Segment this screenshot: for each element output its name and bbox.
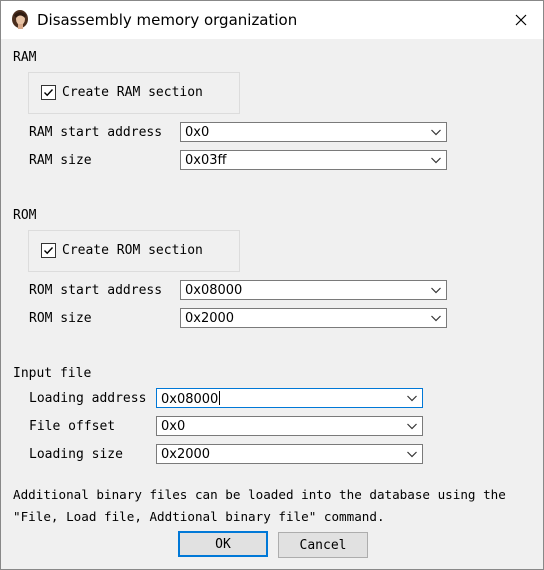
app-avatar-icon xyxy=(10,9,30,29)
info-note-line-2: "File, Load file, Addtional binary file"… xyxy=(13,509,385,524)
loading-size-value: 0x2000 xyxy=(161,447,211,462)
dialog-window: Disassembly memory organization RAM Crea… xyxy=(0,0,544,570)
ram-size-label: RAM size xyxy=(29,153,92,168)
ram-start-label: RAM start address xyxy=(29,125,163,140)
create-rom-label: Create ROM section xyxy=(62,243,203,258)
chevron-down-icon xyxy=(407,395,417,402)
ram-start-combo[interactable]: 0x0 xyxy=(180,122,447,142)
loading-address-value[interactable]: 0x08000 xyxy=(161,391,220,407)
rom-size-label: ROM size xyxy=(29,311,92,326)
ram-section-label: RAM xyxy=(13,50,37,65)
title-bar[interactable]: Disassembly memory organization xyxy=(1,1,543,39)
create-ram-checkbox[interactable]: Create RAM section xyxy=(41,85,203,100)
ram-size-value: 0x03ff xyxy=(185,153,227,168)
checkmark-icon xyxy=(44,247,54,255)
window-title: Disassembly memory organization xyxy=(37,11,298,29)
loading-size-label: Loading size xyxy=(29,447,123,462)
ram-checkbox-box[interactable] xyxy=(41,85,56,100)
input-file-section-label: Input file xyxy=(13,366,92,381)
close-icon xyxy=(515,14,527,26)
chevron-down-icon xyxy=(431,129,441,136)
create-rom-checkbox[interactable]: Create ROM section xyxy=(41,243,203,258)
chevron-down-icon xyxy=(431,157,441,164)
rom-size-combo[interactable]: 0x2000 xyxy=(180,308,447,328)
rom-section-label: ROM xyxy=(13,208,37,223)
info-note-line-1: Additional binary files can be loaded in… xyxy=(13,487,506,502)
checkmark-icon xyxy=(44,89,54,97)
rom-start-label: ROM start address xyxy=(29,283,163,298)
chevron-down-icon xyxy=(407,451,417,458)
ok-button[interactable]: OK xyxy=(178,531,268,557)
file-offset-combo[interactable]: 0x0 xyxy=(156,416,423,436)
loading-address-label: Loading address xyxy=(29,391,147,406)
rom-start-value: 0x08000 xyxy=(185,283,243,298)
chevron-down-icon xyxy=(407,423,417,430)
rom-checkbox-box[interactable] xyxy=(41,243,56,258)
chevron-down-icon xyxy=(431,287,441,294)
rom-size-value: 0x2000 xyxy=(185,311,235,326)
ram-size-combo[interactable]: 0x03ff xyxy=(180,150,447,170)
close-button[interactable] xyxy=(499,1,543,39)
file-offset-value: 0x0 xyxy=(161,419,186,434)
create-ram-label: Create RAM section xyxy=(62,85,203,100)
cancel-button[interactable]: Cancel xyxy=(278,532,368,558)
loading-address-combo[interactable]: 0x08000 xyxy=(156,388,423,408)
ram-start-value: 0x0 xyxy=(185,125,210,140)
chevron-down-icon xyxy=(431,315,441,322)
file-offset-label: File offset xyxy=(29,419,116,434)
loading-size-combo[interactable]: 0x2000 xyxy=(156,444,423,464)
rom-start-combo[interactable]: 0x08000 xyxy=(180,280,447,300)
